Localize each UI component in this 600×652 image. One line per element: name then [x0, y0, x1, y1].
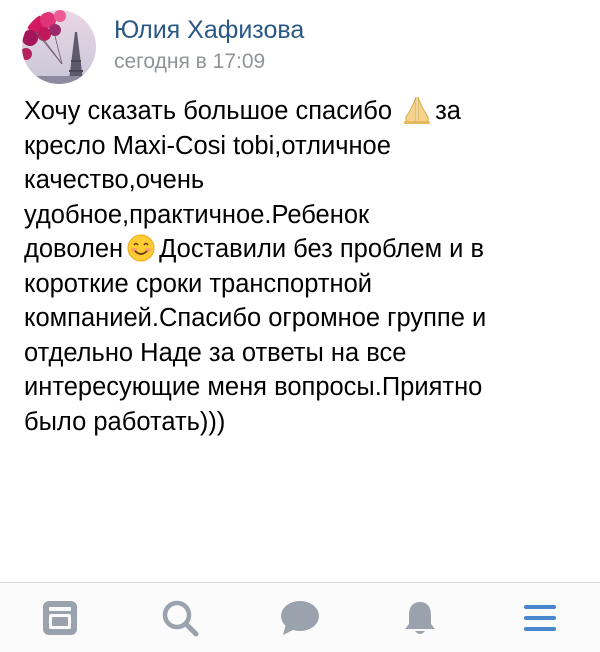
bottom-tab-bar: [0, 582, 600, 652]
post-text-line: было работать))): [24, 407, 226, 436]
post-text-line: кресло Maxi-Cosi tobi,отличное: [24, 131, 391, 160]
post-text-line: короткие сроки транспортной: [24, 269, 373, 298]
post-text-line: за: [435, 97, 461, 125]
author-block: Юлия Хафизова сегодня в 17:09: [114, 16, 304, 76]
smiling-face-emoji-icon: [125, 233, 157, 263]
post-text-line: качество,очень: [24, 166, 205, 194]
tab-menu[interactable]: [504, 583, 576, 652]
post-screen: Юлия Хафизова сегодня в 17:09 Хочу сказа…: [0, 0, 600, 652]
eiffel-tower-balloons-icon: [22, 10, 96, 84]
post-text: Хочу сказать большое спасибо за кресло M…: [24, 94, 584, 439]
post-text-line: Доставили без проблем и в: [159, 235, 485, 263]
post-text-line: компанией.Спасибо огромное группе и: [24, 304, 487, 332]
search-icon: [162, 600, 199, 637]
tab-messages[interactable]: [264, 583, 336, 652]
author-name[interactable]: Юлия Хафизова: [114, 15, 304, 45]
post-text-line: интересующие меня вопросы.Приятно: [24, 373, 483, 401]
post-text-line: доволен: [24, 235, 124, 263]
post-text-line: Хочу сказать большое спасибо: [24, 97, 400, 125]
messages-icon: [281, 601, 319, 635]
folded-hands-emoji-icon: [401, 95, 433, 125]
tab-search[interactable]: [144, 583, 216, 652]
post-header: Юлия Хафизова сегодня в 17:09: [22, 10, 304, 84]
notifications-bell-icon: [405, 602, 435, 634]
menu-icon: [524, 605, 556, 631]
news-feed-icon: [43, 601, 77, 635]
post-text-line: удобное,практичное.Ребенок: [24, 200, 370, 229]
post-text-line: отдельно Наде за ответы на все: [24, 338, 407, 367]
avatar[interactable]: [22, 10, 96, 84]
post-timestamp: сегодня в 17:09: [114, 49, 266, 73]
tab-notifications[interactable]: [384, 583, 456, 652]
tab-news-feed[interactable]: [24, 583, 96, 652]
